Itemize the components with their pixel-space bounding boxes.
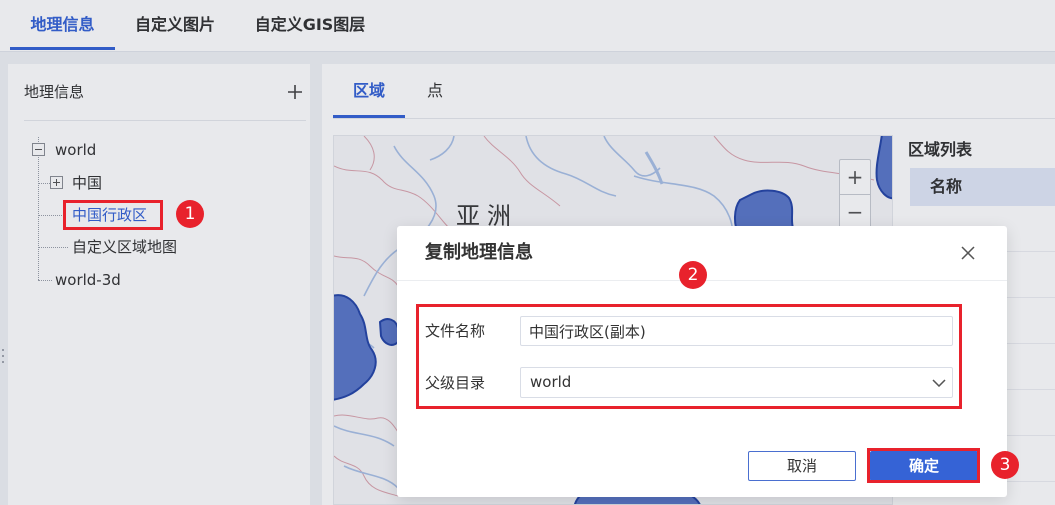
annotation-badge-1: 1 (176, 200, 204, 228)
annotation-box-1 (63, 200, 163, 230)
close-button[interactable] (958, 243, 978, 263)
cancel-button[interactable]: 取消 (748, 451, 856, 481)
annotation-box-3 (867, 448, 980, 483)
close-icon (961, 246, 975, 260)
annotation-badge-3: 3 (991, 451, 1019, 479)
annotation-badge-2: 2 (679, 261, 707, 289)
annotation-box-2 (416, 304, 962, 409)
dialog-title: 复制地理信息 (425, 242, 533, 263)
